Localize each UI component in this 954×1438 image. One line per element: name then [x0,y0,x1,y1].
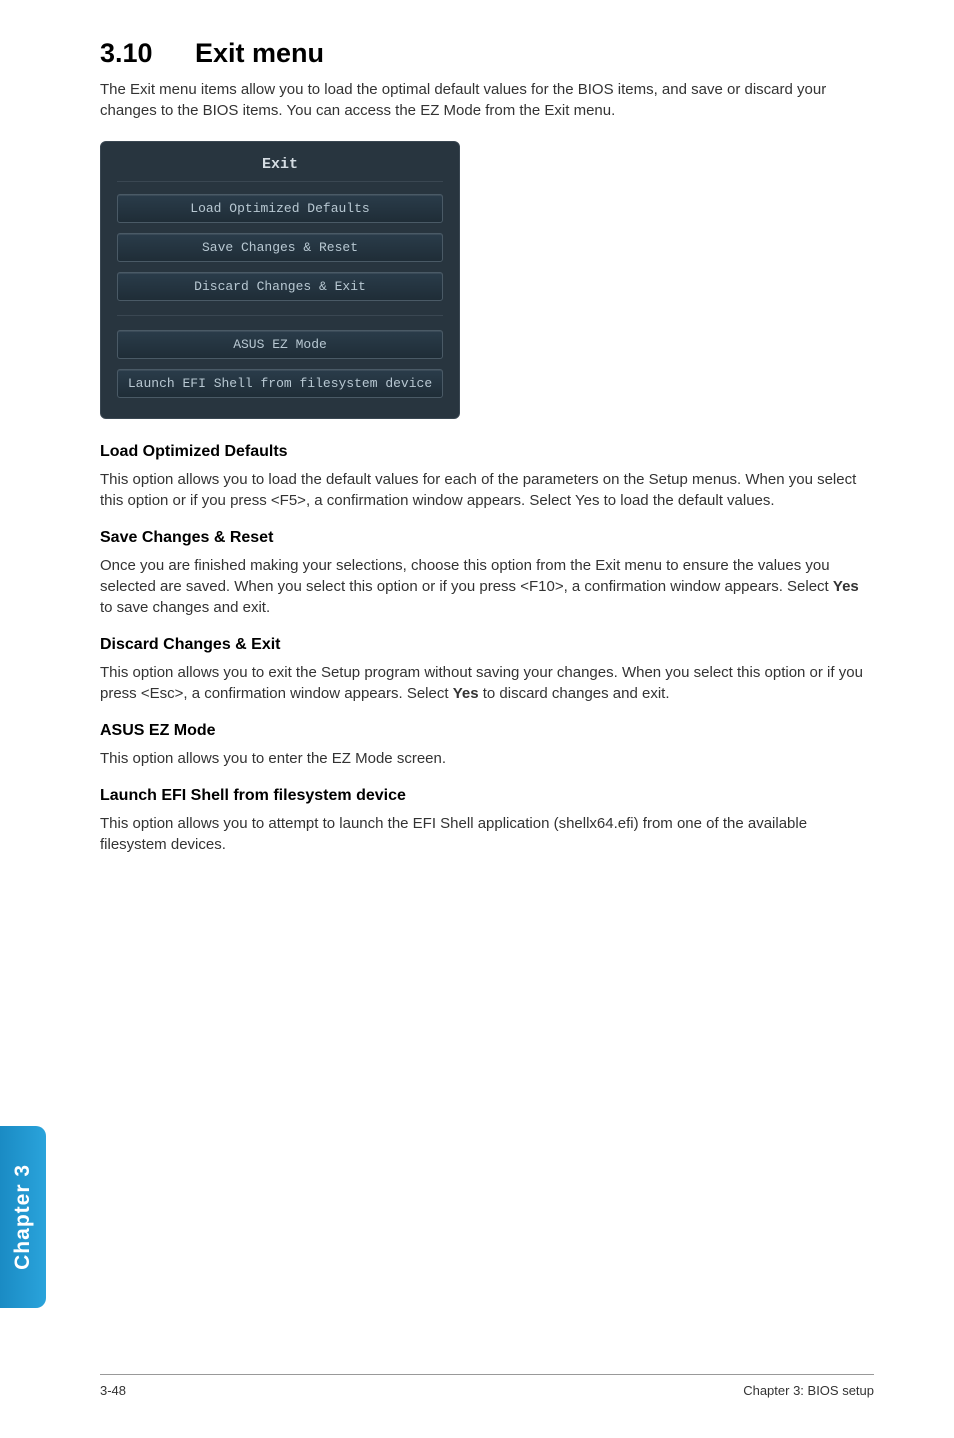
dialog-group-1: Load Optimized Defaults Save Changes & R… [117,194,443,316]
section-heading: Launch EFI Shell from filesystem device [100,787,874,805]
section-body: This option allows you to exit the Setup… [100,662,874,704]
dialog-title: Exit [117,156,443,182]
asus-ez-mode-button[interactable]: ASUS EZ Mode [117,330,443,359]
section-body: This option allows you to enter the EZ M… [100,748,874,769]
section-body: Once you are finished making your select… [100,555,874,618]
save-changes-reset-button[interactable]: Save Changes & Reset [117,233,443,262]
section-heading: Save Changes & Reset [100,529,874,547]
section-heading: Load Optimized Defaults [100,443,874,461]
discard-changes-exit-button[interactable]: Discard Changes & Exit [117,272,443,301]
page-number: 3-48 [100,1383,126,1398]
bios-exit-dialog: Exit Load Optimized Defaults Save Change… [100,141,460,419]
page-heading: 3.10Exit menu [100,38,874,69]
chapter-side-label: Chapter 3 [11,1164,35,1270]
section-body: This option allows you to attempt to lau… [100,813,874,855]
footer-chapter-title: Chapter 3: BIOS setup [743,1383,874,1398]
section-body: This option allows you to load the defau… [100,469,874,511]
dialog-group-2: ASUS EZ Mode Launch EFI Shell from files… [117,330,443,398]
launch-efi-shell-button[interactable]: Launch EFI Shell from filesystem device [117,369,443,398]
chapter-side-tab: Chapter 3 [0,1126,46,1308]
heading-number: 3.10 [100,38,195,69]
heading-title: Exit menu [195,38,324,68]
section-heading: ASUS EZ Mode [100,722,874,740]
intro-paragraph: The Exit menu items allow you to load th… [100,79,874,121]
page-footer: 3-48 Chapter 3: BIOS setup [100,1374,874,1398]
load-optimized-defaults-button[interactable]: Load Optimized Defaults [117,194,443,223]
section-heading: Discard Changes & Exit [100,636,874,654]
